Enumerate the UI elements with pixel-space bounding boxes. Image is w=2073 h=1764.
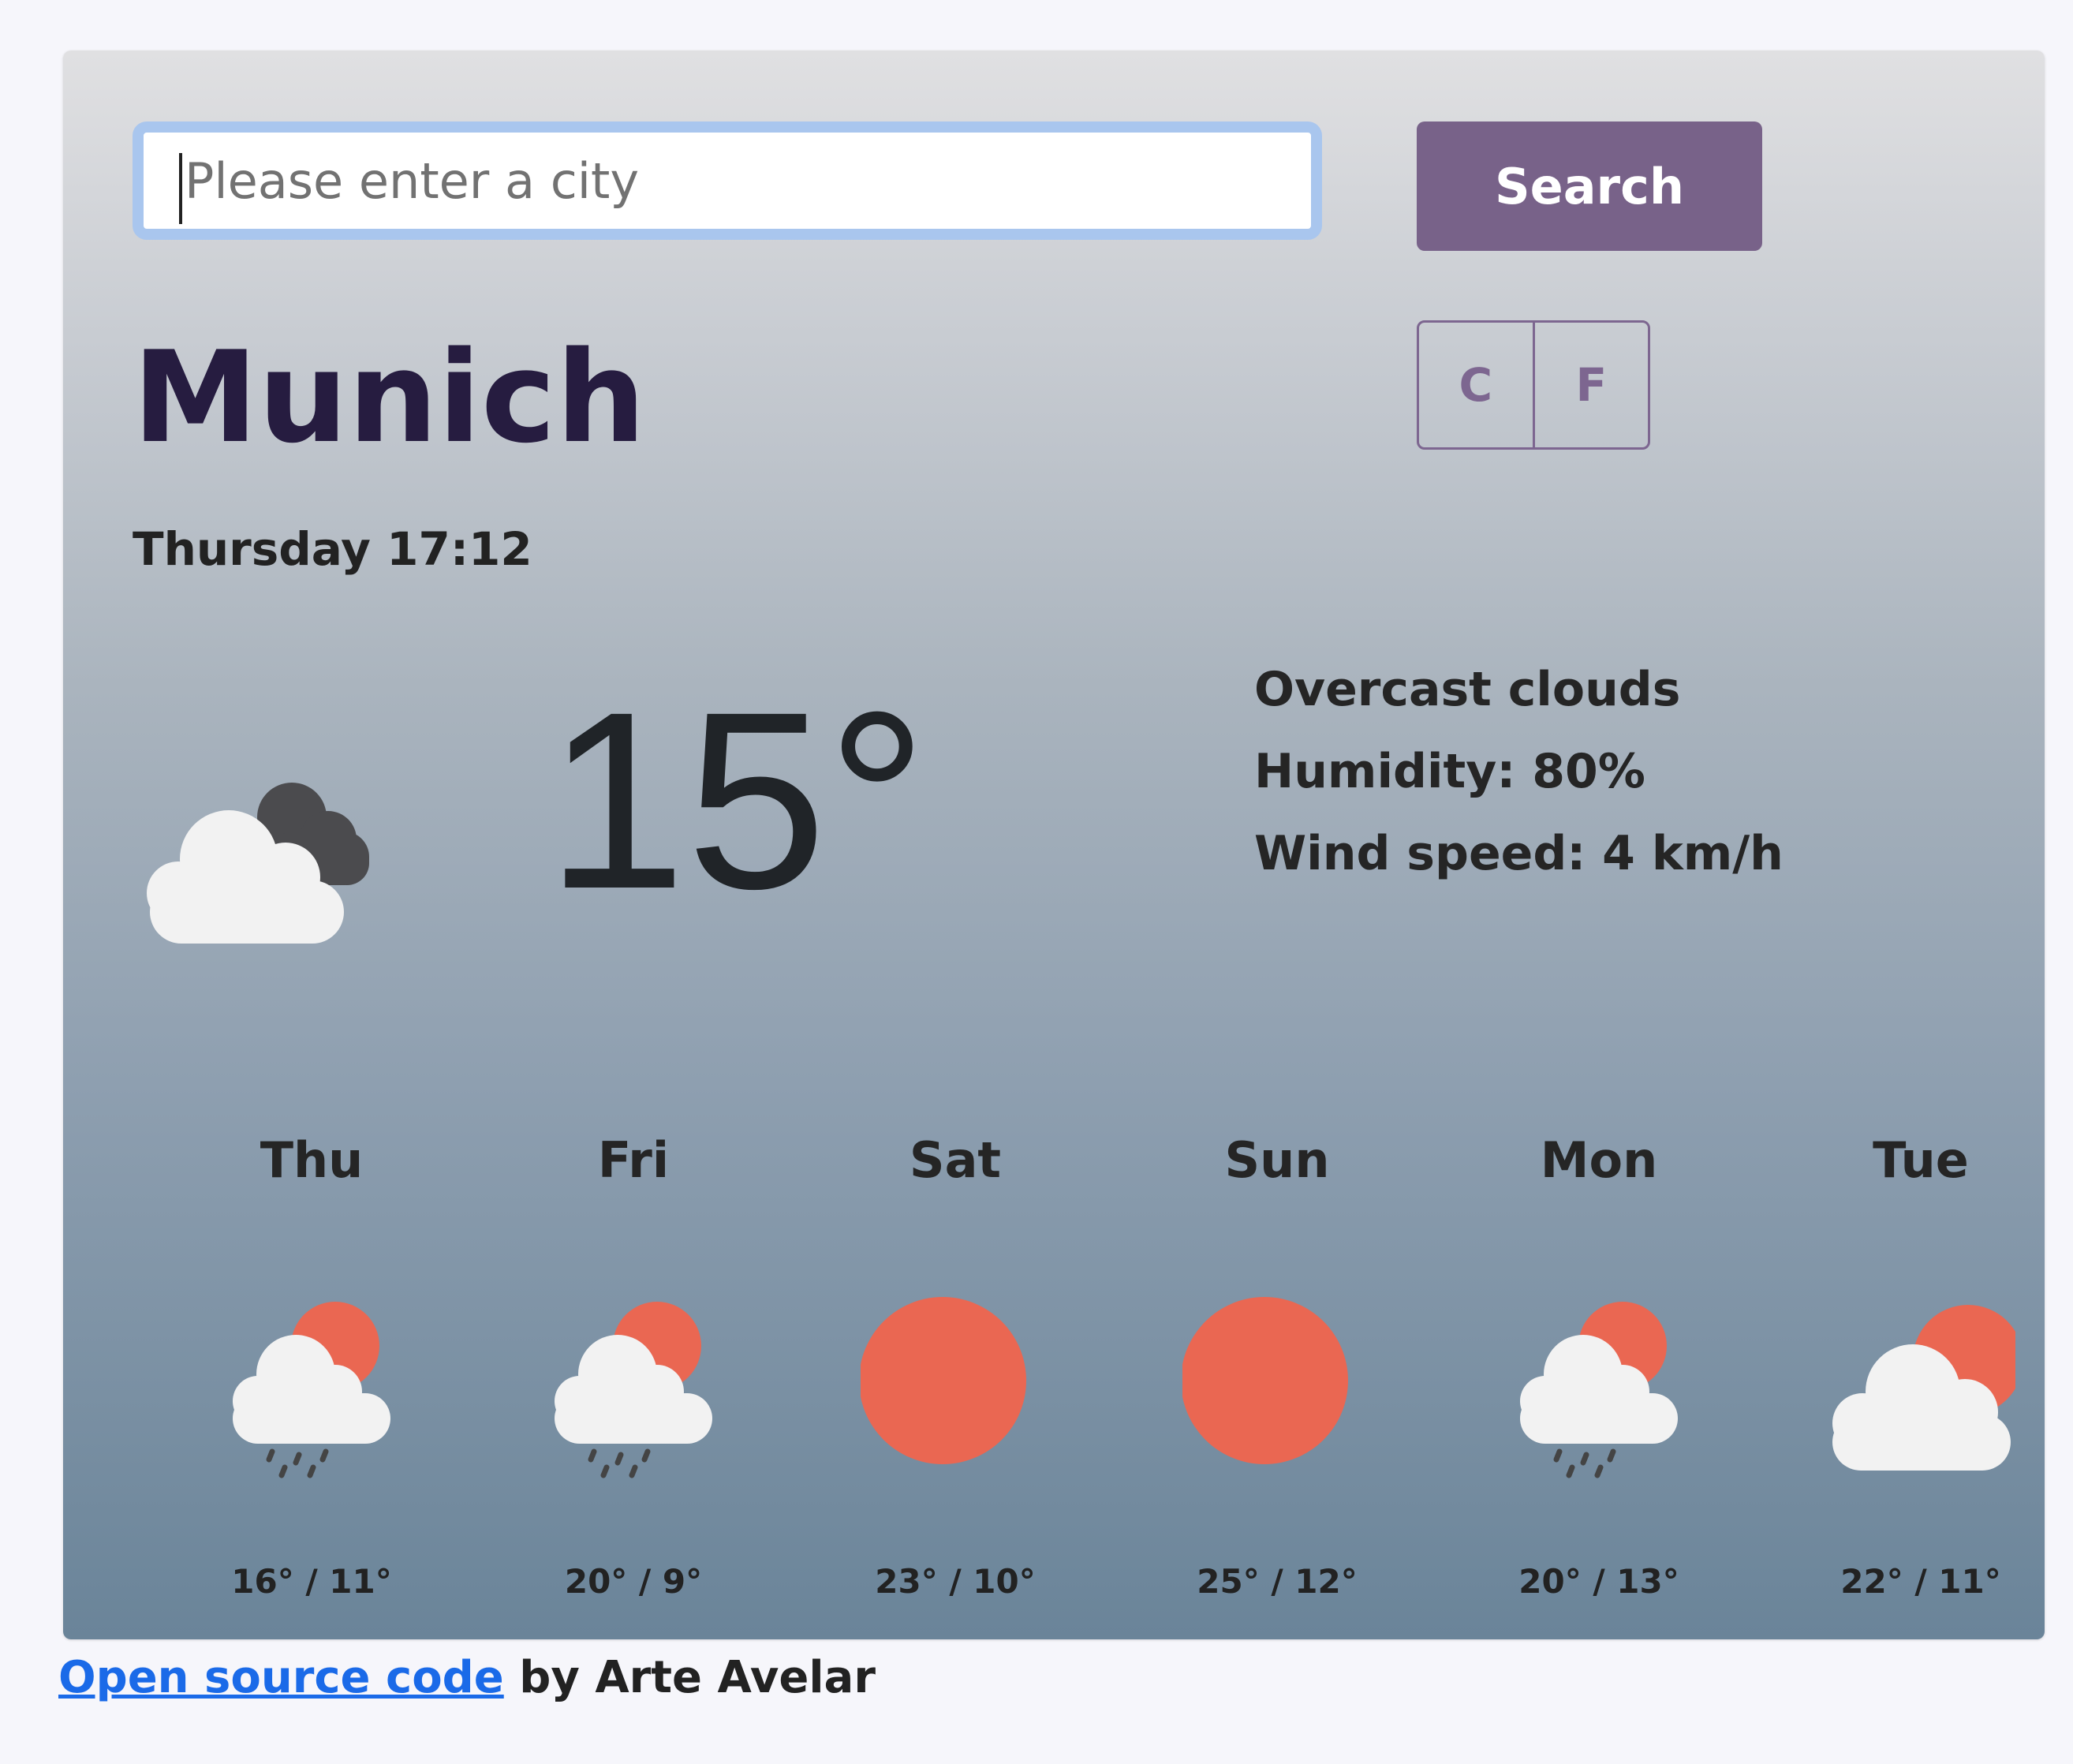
weather-description: Overcast clouds <box>1254 662 1681 717</box>
forecast-row: Thu 16° / 11° Fri 20° / 9° Sat 23° / 10°… <box>63 1076 2045 1628</box>
humidity-text: Humidity: 80% <box>1254 744 1645 799</box>
city-name: Munich <box>133 323 646 471</box>
current-temperature: 15° <box>546 659 928 941</box>
wind-speed-text: Wind speed: 4 km/h <box>1254 826 1784 881</box>
city-search-input[interactable] <box>133 121 1322 240</box>
celsius-button[interactable]: C <box>1419 323 1533 447</box>
current-datetime: Thursday 17:12 <box>133 522 532 576</box>
fahrenheit-button[interactable]: F <box>1532 323 1649 447</box>
search-button[interactable]: Search <box>1417 121 1762 251</box>
forecast-day-name: Tue <box>1873 1131 1969 1189</box>
forecast-day-name: Mon <box>1540 1131 1658 1189</box>
sun-cloud-rain-icon <box>1520 1302 1678 1478</box>
weather-app-card: Search Munich C F Thursday 17:12 15° Ove… <box>63 50 2045 1639</box>
forecast-temps: 25° / 12° <box>1197 1562 1358 1601</box>
forecast-temps: 23° / 10° <box>875 1562 1036 1601</box>
text-cursor <box>179 153 182 224</box>
forecast-temps: 20° / 9° <box>564 1562 703 1601</box>
sun-icon <box>861 1297 1026 1464</box>
sun-cloud-rain-icon <box>555 1302 712 1478</box>
forecast-day-name: Thu <box>260 1131 364 1189</box>
forecast-temps: 16° / 11° <box>231 1562 392 1601</box>
open-source-code-link[interactable]: Open source code <box>58 1652 504 1703</box>
sun-icon <box>1182 1297 1348 1464</box>
forecast-temps: 22° / 11° <box>1840 1562 2001 1601</box>
forecast-day-name: Sat <box>909 1131 1002 1189</box>
unit-toggle: C F <box>1417 320 1650 450</box>
forecast-temps: 20° / 13° <box>1518 1562 1679 1601</box>
forecast-day-name: Fri <box>597 1131 670 1189</box>
sun-cloud-icon <box>1832 1305 2015 1471</box>
sun-cloud-rain-icon <box>233 1302 390 1478</box>
overcast-clouds-icon <box>147 783 369 944</box>
forecast-day-name: Sun <box>1224 1131 1330 1189</box>
footer-byline: by Arte Avelar <box>503 1652 876 1703</box>
weather-details: Overcast clouds Humidity: 80% Wind speed… <box>1254 648 1784 895</box>
footer: Open source code by Arte Avelar <box>58 1652 876 1703</box>
